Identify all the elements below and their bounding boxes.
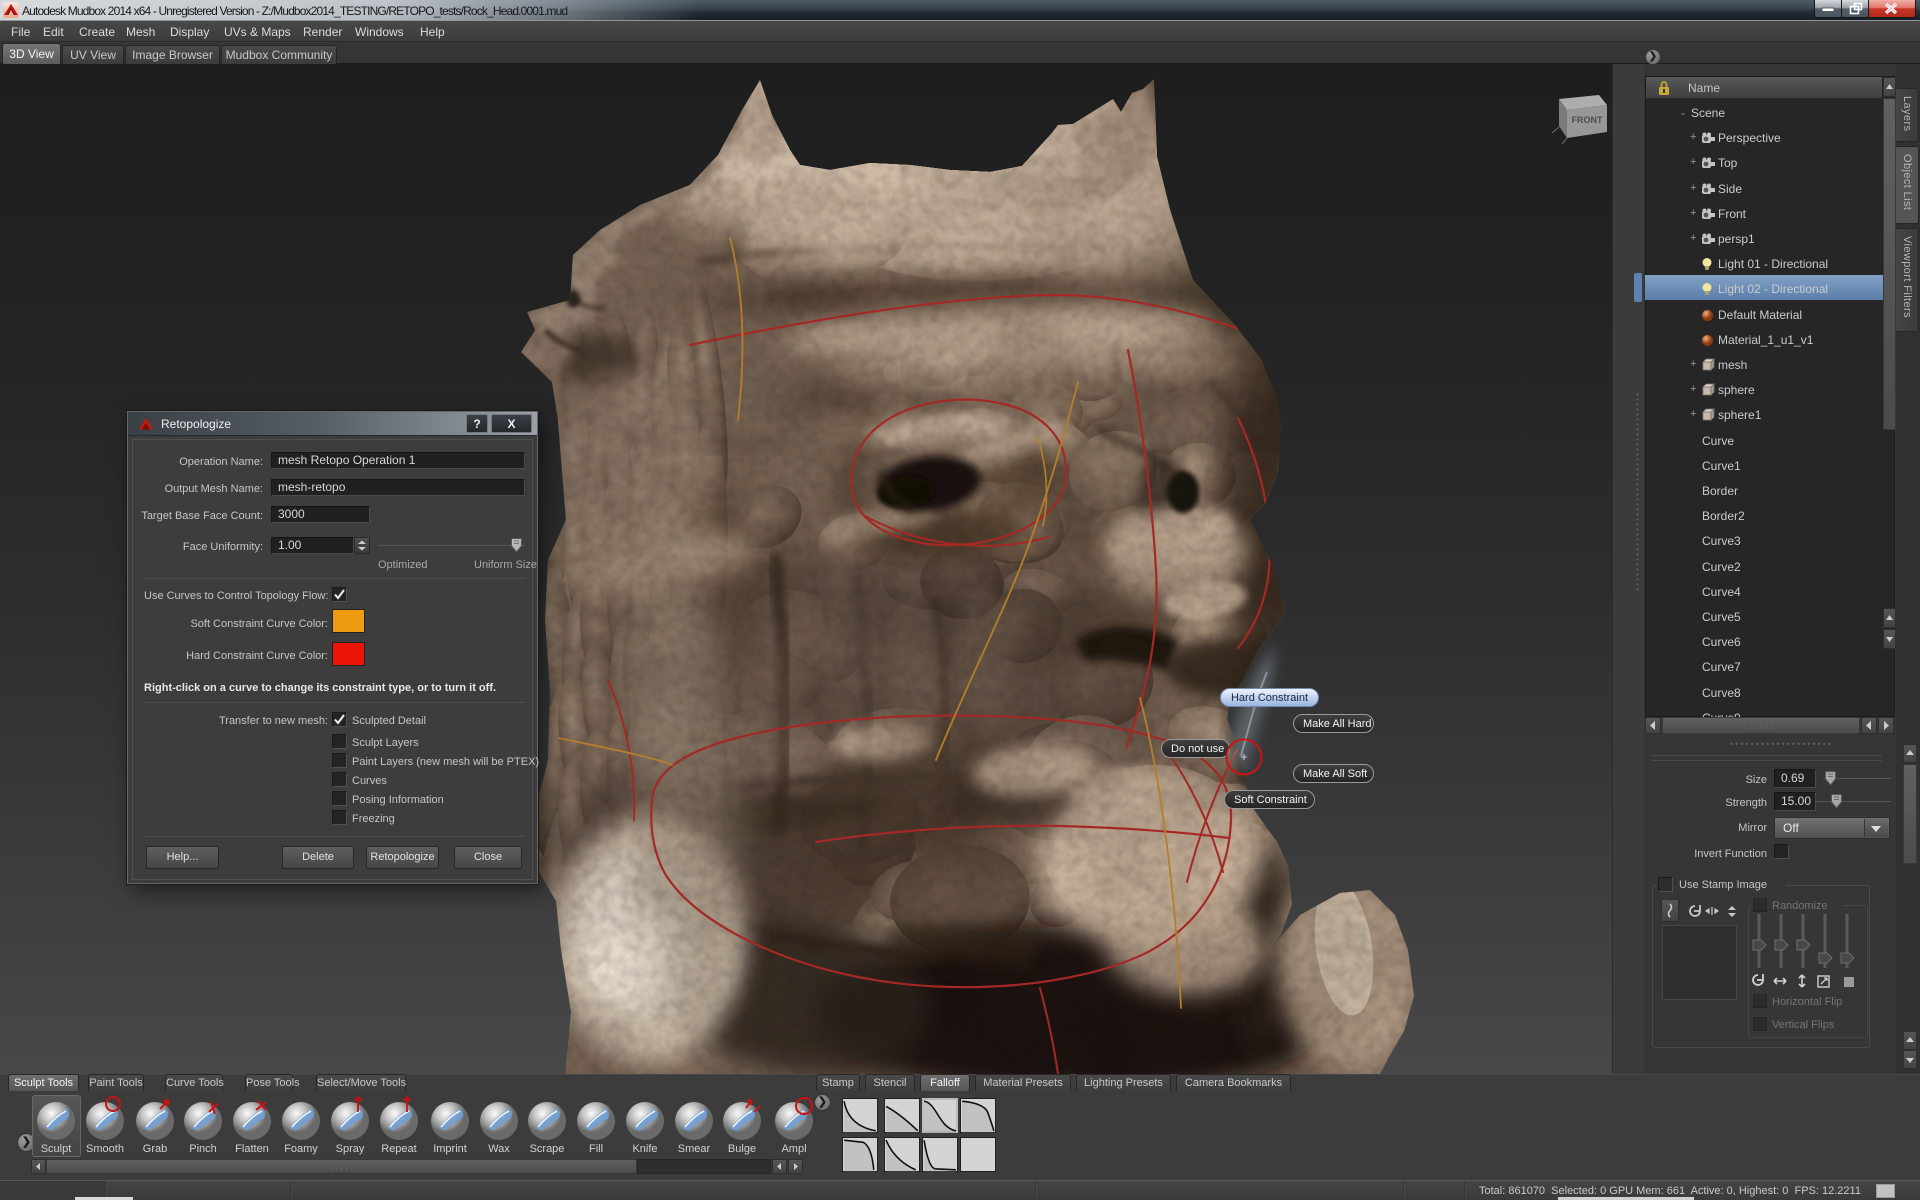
svg-text:FRONT: FRONT <box>1572 115 1603 125</box>
